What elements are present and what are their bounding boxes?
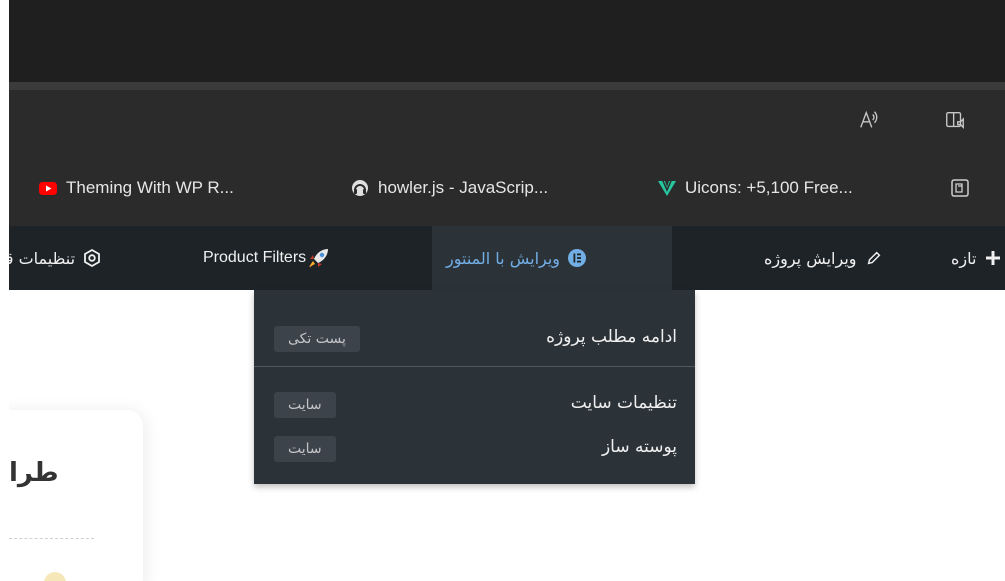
bookmark-site-icon bbox=[950, 178, 970, 198]
settings-hexagon-icon bbox=[81, 247, 103, 269]
browser-address-bar bbox=[9, 90, 1005, 150]
dropdown-divider bbox=[254, 366, 695, 367]
rocket-icon bbox=[306, 245, 332, 271]
bookmark-uicons[interactable]: Uicons: +5,100 Free... bbox=[657, 176, 853, 200]
immersive-reader-icon[interactable] bbox=[941, 106, 969, 134]
card-divider bbox=[9, 538, 94, 539]
read-aloud-icon[interactable] bbox=[855, 106, 883, 134]
youtube-icon bbox=[38, 178, 58, 198]
template-type-badge: سایت bbox=[274, 436, 336, 462]
elementor-dropdown-menu: ادامه مطلب پروژه پست تکی تنظیمات سایت سا… bbox=[254, 290, 695, 484]
plus-icon bbox=[982, 247, 1004, 269]
card-title: طرا bbox=[9, 458, 59, 488]
uicons-logo-icon bbox=[657, 178, 677, 198]
bookmark-site[interactable] bbox=[950, 176, 978, 200]
admin-bar-theme-settings[interactable]: تنظیمات قا bbox=[1, 226, 103, 290]
template-type-badge: سایت bbox=[274, 392, 336, 418]
wp-admin-bar: تازه ویرایش پروژه ویرایش با المنتور Prod… bbox=[1, 226, 1005, 290]
headphones-icon bbox=[350, 178, 370, 198]
admin-bar-product-filters[interactable]: Product Filters bbox=[203, 226, 332, 290]
tab-strip-divider bbox=[9, 82, 1005, 90]
admin-bar-edit-with-elementor[interactable]: ویرایش با المنتور bbox=[432, 226, 672, 290]
admin-bar-edit-project[interactable]: ویرایش پروژه bbox=[764, 226, 885, 290]
dropdown-item-project-single[interactable]: ادامه مطلب پروژه پست تکی bbox=[254, 319, 695, 359]
pencil-icon bbox=[863, 247, 885, 269]
browser-title-bar bbox=[9, 0, 1005, 82]
dropdown-item-site-settings[interactable]: تنظیمات سایت سایت bbox=[254, 385, 695, 425]
page-edge bbox=[0, 0, 9, 581]
dropdown-item-theme-builder[interactable]: پوسته ساز سایت bbox=[254, 429, 695, 469]
bookmarks-bar: Theming With WP R... howler.js - JavaScr… bbox=[9, 150, 1005, 226]
template-type-badge: پست تکی bbox=[274, 326, 360, 352]
bookmark-howler-js[interactable]: howler.js - JavaScrip... bbox=[350, 176, 548, 200]
bookmark-theming-with-wp[interactable]: Theming With WP R... bbox=[38, 176, 234, 200]
admin-bar-new[interactable]: تازه bbox=[951, 226, 1004, 290]
elementor-icon bbox=[566, 247, 588, 269]
